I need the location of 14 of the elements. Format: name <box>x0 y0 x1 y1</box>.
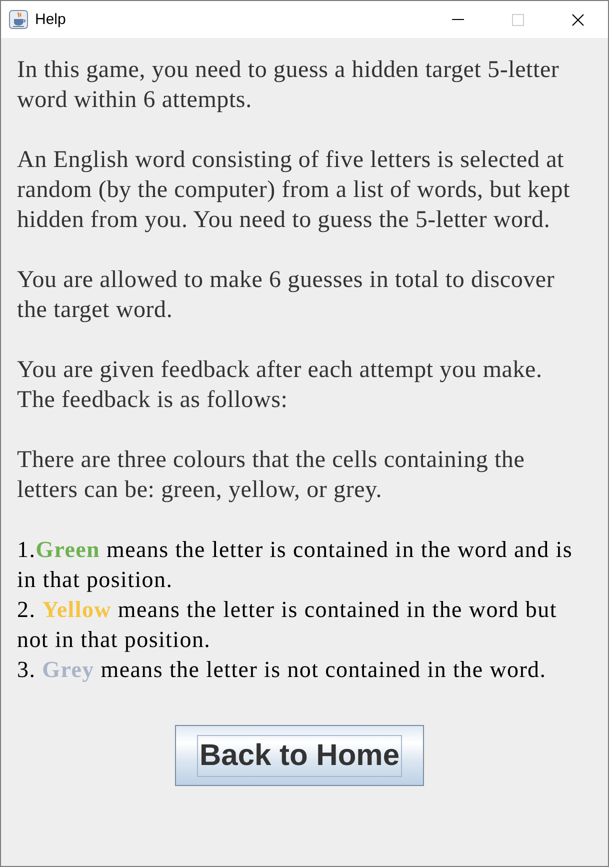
coffee-cup-icon <box>9 10 28 29</box>
close-icon <box>572 14 584 26</box>
help-paragraph: There are three colours that the cells containing the letters can be: green, yellow, or grey. <box>17 446 526 505</box>
help-paragraph: You are allowed to make 6 guesses in total to discover the target word. <box>17 266 556 325</box>
window-title: Help <box>35 10 66 28</box>
color-rule-text: 3. Grey means the letter is not contained in the word. <box>17 656 548 684</box>
help-paragraph: An English word consisting of five letters is selected at random (by the computer) from a list of words, but kept hidden from you. You need to guess the 5-letter word. <box>17 146 572 235</box>
minimize-icon <box>452 19 464 20</box>
maximize-icon <box>512 14 524 26</box>
help-paragraph: You are given feedback after each attempt you make. The feedback is as follows: <box>17 356 544 415</box>
help-paragraph: In this game, you need to guess a hidden target 5-letter word within 6 attempts. <box>17 56 560 115</box>
color-rule-text: 1.Green means the letter is contained in the word and is in that position. <box>17 536 574 594</box>
back-to-home-button[interactable]: Back to Home <box>175 725 424 786</box>
color-rule-text: 2. Yellow means the letter is contained in the word but not in that position. <box>17 596 558 654</box>
